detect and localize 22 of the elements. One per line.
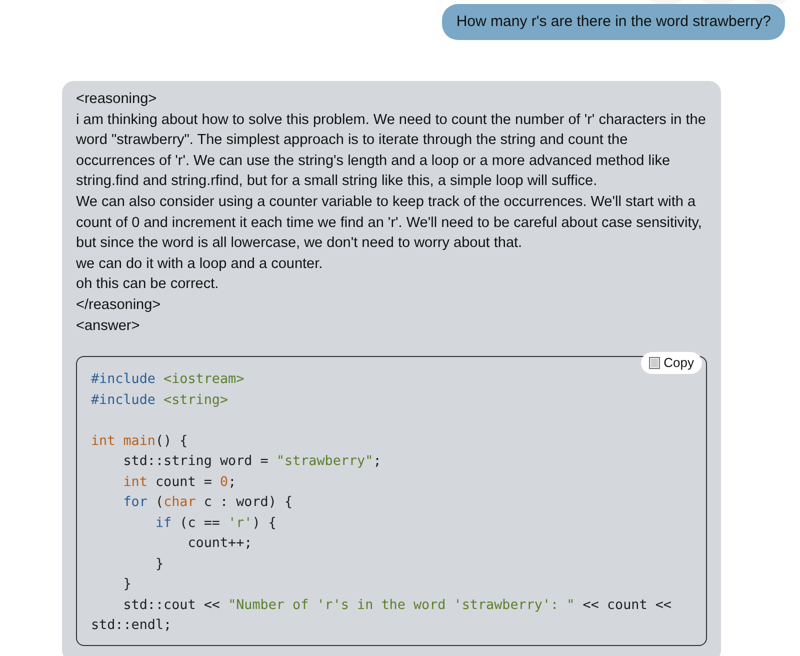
code-line: #include <iostream> xyxy=(91,371,244,390)
clipboard-icon xyxy=(648,356,660,369)
code-line: if (c == 'r') { xyxy=(154,514,276,533)
code-line: } xyxy=(154,556,164,574)
message-text: <answer> xyxy=(76,316,141,336)
code-line: int main() { xyxy=(91,432,188,451)
message-text: We can also consider using a counter variable to keep track of the occurrences. We'll start with a count of 0 and increment it each time we find an 'r'. We'll need to be careful about case sensitivity, but since the word is all lowercase, we don't need to worry about that. xyxy=(76,192,703,254)
code-line: std::cout << "Number of 'r's in the word 'strawberry': " << count << xyxy=(122,596,672,615)
message-text: oh this can be correct. xyxy=(76,275,220,294)
code-line: } xyxy=(122,576,132,594)
message-text: <reasoning> xyxy=(76,90,158,109)
code-line: std::string word = "strawberry"; xyxy=(122,453,382,472)
message-text: i am thinking about how to solve this problem. We need to count the number of 'r' characters in the word "strawberry". The simplest approach is to iterate through the string and count the occurrences of 'r'. We can use the string's length and a loop or a more advanced method like string.find and string.rfind, but for a small string like this, a simple loop will suffice. xyxy=(76,110,707,192)
code-line: count++; xyxy=(186,535,252,554)
message-text: we can do it with a loop and a counter. xyxy=(76,254,324,274)
code-line: int count = 0; xyxy=(122,474,236,492)
message-text: </reasoning> xyxy=(76,296,162,315)
code-line: #include <string> xyxy=(91,392,228,410)
code-line: std::endl; xyxy=(91,617,172,636)
code-line: for (char c : word) { xyxy=(122,494,293,512)
user-message-bubble: How many r's are there in the word strawberry? xyxy=(442,4,785,40)
copy-button[interactable]: Copy xyxy=(640,352,702,374)
